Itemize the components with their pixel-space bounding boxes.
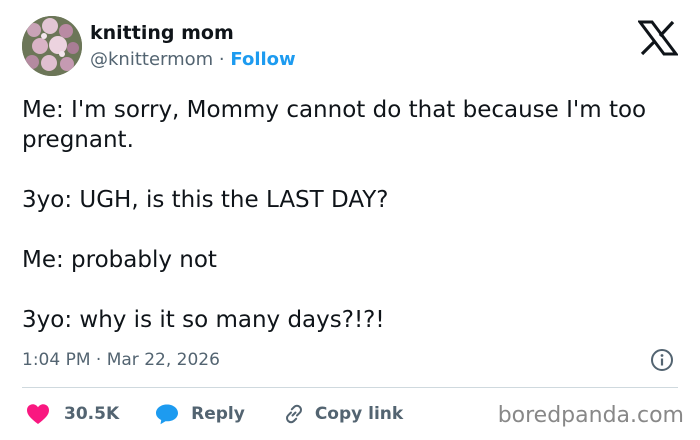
copy-link-label: Copy link [314, 404, 404, 424]
handle-separator: · [218, 49, 225, 70]
avatar-flowers-image [22, 16, 82, 76]
author-name[interactable]: knitting mom [90, 22, 234, 44]
watermark: boredpanda.com [497, 403, 684, 428]
tweet-line: Me: I'm sorry, Mommy cannot do that beca… [22, 97, 647, 153]
link-icon [285, 404, 302, 424]
tweet-line: 3yo: UGH, is this the LAST DAY? [22, 187, 389, 213]
follow-button[interactable]: Follow [230, 49, 295, 70]
info-icon[interactable] [650, 348, 674, 372]
avatar[interactable] [22, 16, 82, 76]
author-handle[interactable]: @knittermom [90, 49, 213, 70]
x-logo-icon[interactable] [637, 20, 679, 56]
heart-icon [27, 404, 49, 424]
tweet-line: Me: probably not [22, 247, 217, 273]
tweet-text: Me: I'm sorry, Mommy cannot do that beca… [22, 95, 682, 335]
reply-label: Reply [191, 404, 245, 424]
reply-button[interactable]: Reply [155, 403, 245, 425]
copy-link-button[interactable]: Copy link [283, 403, 403, 425]
divider [22, 387, 678, 388]
like-count: 30.5K [64, 404, 120, 424]
author-handle-row: @knittermom · Follow [90, 49, 296, 70]
tweet-actions: 30.5K Reply Copy link [26, 400, 403, 428]
like-button[interactable]: 30.5K [26, 403, 119, 425]
speech-bubble-icon [156, 404, 179, 425]
tweet-line: 3yo: why is it so many days?!?! [22, 307, 385, 333]
tweet-timestamp[interactable]: 1:04 PM · Mar 22, 2026 [22, 350, 220, 370]
